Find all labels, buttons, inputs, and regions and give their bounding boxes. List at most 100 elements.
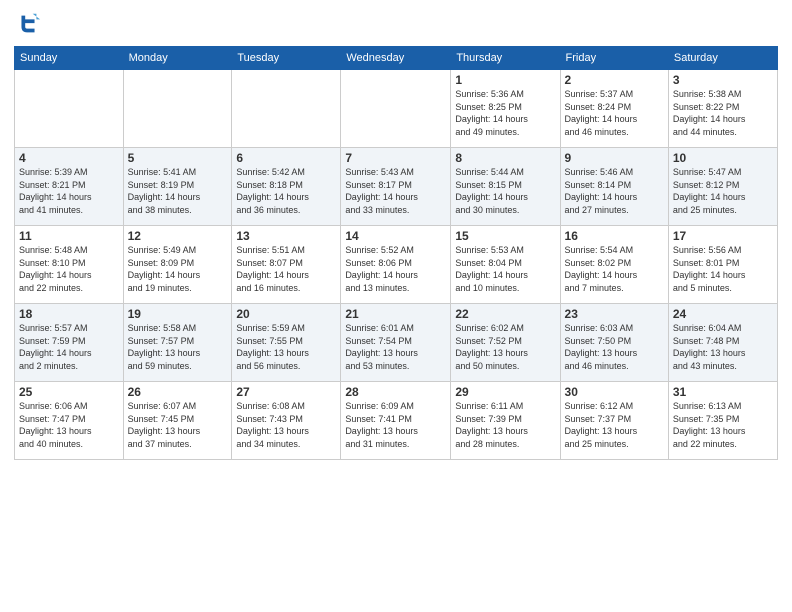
day-info: Sunrise: 5:44 AM Sunset: 8:15 PM Dayligh… [455, 166, 555, 216]
day-info: Sunrise: 5:42 AM Sunset: 8:18 PM Dayligh… [236, 166, 336, 216]
calendar-cell: 19Sunrise: 5:58 AM Sunset: 7:57 PM Dayli… [123, 304, 232, 382]
day-number: 5 [128, 151, 228, 165]
calendar-cell: 26Sunrise: 6:07 AM Sunset: 7:45 PM Dayli… [123, 382, 232, 460]
calendar-cell: 10Sunrise: 5:47 AM Sunset: 8:12 PM Dayli… [668, 148, 777, 226]
calendar-cell: 11Sunrise: 5:48 AM Sunset: 8:10 PM Dayli… [15, 226, 124, 304]
calendar-cell: 7Sunrise: 5:43 AM Sunset: 8:17 PM Daylig… [341, 148, 451, 226]
calendar-header: SundayMondayTuesdayWednesdayThursdayFrid… [15, 47, 778, 70]
day-info: Sunrise: 5:46 AM Sunset: 8:14 PM Dayligh… [565, 166, 664, 216]
day-number: 14 [345, 229, 446, 243]
day-number: 6 [236, 151, 336, 165]
day-number: 29 [455, 385, 555, 399]
week-row-1: 1Sunrise: 5:36 AM Sunset: 8:25 PM Daylig… [15, 70, 778, 148]
calendar-cell: 17Sunrise: 5:56 AM Sunset: 8:01 PM Dayli… [668, 226, 777, 304]
week-row-5: 25Sunrise: 6:06 AM Sunset: 7:47 PM Dayli… [15, 382, 778, 460]
calendar-cell: 2Sunrise: 5:37 AM Sunset: 8:24 PM Daylig… [560, 70, 668, 148]
week-row-2: 4Sunrise: 5:39 AM Sunset: 8:21 PM Daylig… [15, 148, 778, 226]
day-number: 27 [236, 385, 336, 399]
day-number: 2 [565, 73, 664, 87]
logo-icon [14, 10, 42, 38]
day-info: Sunrise: 5:56 AM Sunset: 8:01 PM Dayligh… [673, 244, 773, 294]
calendar-cell: 24Sunrise: 6:04 AM Sunset: 7:48 PM Dayli… [668, 304, 777, 382]
calendar-cell: 3Sunrise: 5:38 AM Sunset: 8:22 PM Daylig… [668, 70, 777, 148]
day-number: 12 [128, 229, 228, 243]
day-info: Sunrise: 6:08 AM Sunset: 7:43 PM Dayligh… [236, 400, 336, 450]
header-day-thursday: Thursday [451, 47, 560, 70]
header-day-sunday: Sunday [15, 47, 124, 70]
day-number: 4 [19, 151, 119, 165]
header [14, 10, 778, 38]
day-info: Sunrise: 5:41 AM Sunset: 8:19 PM Dayligh… [128, 166, 228, 216]
calendar-cell [123, 70, 232, 148]
calendar-cell: 8Sunrise: 5:44 AM Sunset: 8:15 PM Daylig… [451, 148, 560, 226]
calendar-cell: 5Sunrise: 5:41 AM Sunset: 8:19 PM Daylig… [123, 148, 232, 226]
day-info: Sunrise: 5:38 AM Sunset: 8:22 PM Dayligh… [673, 88, 773, 138]
header-day-saturday: Saturday [668, 47, 777, 70]
day-info: Sunrise: 6:03 AM Sunset: 7:50 PM Dayligh… [565, 322, 664, 372]
day-info: Sunrise: 5:49 AM Sunset: 8:09 PM Dayligh… [128, 244, 228, 294]
header-day-friday: Friday [560, 47, 668, 70]
day-info: Sunrise: 6:06 AM Sunset: 7:47 PM Dayligh… [19, 400, 119, 450]
day-info: Sunrise: 5:36 AM Sunset: 8:25 PM Dayligh… [455, 88, 555, 138]
calendar-cell: 22Sunrise: 6:02 AM Sunset: 7:52 PM Dayli… [451, 304, 560, 382]
day-info: Sunrise: 5:59 AM Sunset: 7:55 PM Dayligh… [236, 322, 336, 372]
day-info: Sunrise: 5:52 AM Sunset: 8:06 PM Dayligh… [345, 244, 446, 294]
calendar-cell [232, 70, 341, 148]
header-day-wednesday: Wednesday [341, 47, 451, 70]
day-number: 7 [345, 151, 446, 165]
day-number: 23 [565, 307, 664, 321]
day-number: 1 [455, 73, 555, 87]
page-container: SundayMondayTuesdayWednesdayThursdayFrid… [0, 0, 792, 612]
calendar-cell [15, 70, 124, 148]
calendar-cell [341, 70, 451, 148]
day-info: Sunrise: 6:01 AM Sunset: 7:54 PM Dayligh… [345, 322, 446, 372]
day-number: 13 [236, 229, 336, 243]
day-info: Sunrise: 5:37 AM Sunset: 8:24 PM Dayligh… [565, 88, 664, 138]
day-number: 10 [673, 151, 773, 165]
calendar-cell: 14Sunrise: 5:52 AM Sunset: 8:06 PM Dayli… [341, 226, 451, 304]
calendar-cell: 25Sunrise: 6:06 AM Sunset: 7:47 PM Dayli… [15, 382, 124, 460]
calendar-cell: 27Sunrise: 6:08 AM Sunset: 7:43 PM Dayli… [232, 382, 341, 460]
calendar-cell: 18Sunrise: 5:57 AM Sunset: 7:59 PM Dayli… [15, 304, 124, 382]
day-info: Sunrise: 6:09 AM Sunset: 7:41 PM Dayligh… [345, 400, 446, 450]
day-number: 22 [455, 307, 555, 321]
day-number: 19 [128, 307, 228, 321]
day-number: 20 [236, 307, 336, 321]
calendar-cell: 9Sunrise: 5:46 AM Sunset: 8:14 PM Daylig… [560, 148, 668, 226]
day-number: 28 [345, 385, 446, 399]
day-number: 31 [673, 385, 773, 399]
calendar-cell: 4Sunrise: 5:39 AM Sunset: 8:21 PM Daylig… [15, 148, 124, 226]
day-number: 26 [128, 385, 228, 399]
calendar-cell: 15Sunrise: 5:53 AM Sunset: 8:04 PM Dayli… [451, 226, 560, 304]
day-info: Sunrise: 5:51 AM Sunset: 8:07 PM Dayligh… [236, 244, 336, 294]
day-info: Sunrise: 5:48 AM Sunset: 8:10 PM Dayligh… [19, 244, 119, 294]
day-info: Sunrise: 6:04 AM Sunset: 7:48 PM Dayligh… [673, 322, 773, 372]
day-info: Sunrise: 6:07 AM Sunset: 7:45 PM Dayligh… [128, 400, 228, 450]
day-info: Sunrise: 5:58 AM Sunset: 7:57 PM Dayligh… [128, 322, 228, 372]
day-info: Sunrise: 6:12 AM Sunset: 7:37 PM Dayligh… [565, 400, 664, 450]
day-info: Sunrise: 5:39 AM Sunset: 8:21 PM Dayligh… [19, 166, 119, 216]
day-info: Sunrise: 6:11 AM Sunset: 7:39 PM Dayligh… [455, 400, 555, 450]
week-row-4: 18Sunrise: 5:57 AM Sunset: 7:59 PM Dayli… [15, 304, 778, 382]
calendar-cell: 29Sunrise: 6:11 AM Sunset: 7:39 PM Dayli… [451, 382, 560, 460]
header-day-tuesday: Tuesday [232, 47, 341, 70]
calendar-cell: 6Sunrise: 5:42 AM Sunset: 8:18 PM Daylig… [232, 148, 341, 226]
day-number: 30 [565, 385, 664, 399]
calendar: SundayMondayTuesdayWednesdayThursdayFrid… [14, 46, 778, 460]
calendar-cell: 21Sunrise: 6:01 AM Sunset: 7:54 PM Dayli… [341, 304, 451, 382]
day-number: 11 [19, 229, 119, 243]
calendar-cell: 1Sunrise: 5:36 AM Sunset: 8:25 PM Daylig… [451, 70, 560, 148]
day-number: 8 [455, 151, 555, 165]
day-number: 16 [565, 229, 664, 243]
calendar-cell: 12Sunrise: 5:49 AM Sunset: 8:09 PM Dayli… [123, 226, 232, 304]
calendar-cell: 13Sunrise: 5:51 AM Sunset: 8:07 PM Dayli… [232, 226, 341, 304]
calendar-cell: 23Sunrise: 6:03 AM Sunset: 7:50 PM Dayli… [560, 304, 668, 382]
day-number: 17 [673, 229, 773, 243]
day-info: Sunrise: 5:57 AM Sunset: 7:59 PM Dayligh… [19, 322, 119, 372]
calendar-cell: 30Sunrise: 6:12 AM Sunset: 7:37 PM Dayli… [560, 382, 668, 460]
calendar-cell: 31Sunrise: 6:13 AM Sunset: 7:35 PM Dayli… [668, 382, 777, 460]
day-info: Sunrise: 5:53 AM Sunset: 8:04 PM Dayligh… [455, 244, 555, 294]
day-number: 25 [19, 385, 119, 399]
calendar-cell: 20Sunrise: 5:59 AM Sunset: 7:55 PM Dayli… [232, 304, 341, 382]
header-row: SundayMondayTuesdayWednesdayThursdayFrid… [15, 47, 778, 70]
